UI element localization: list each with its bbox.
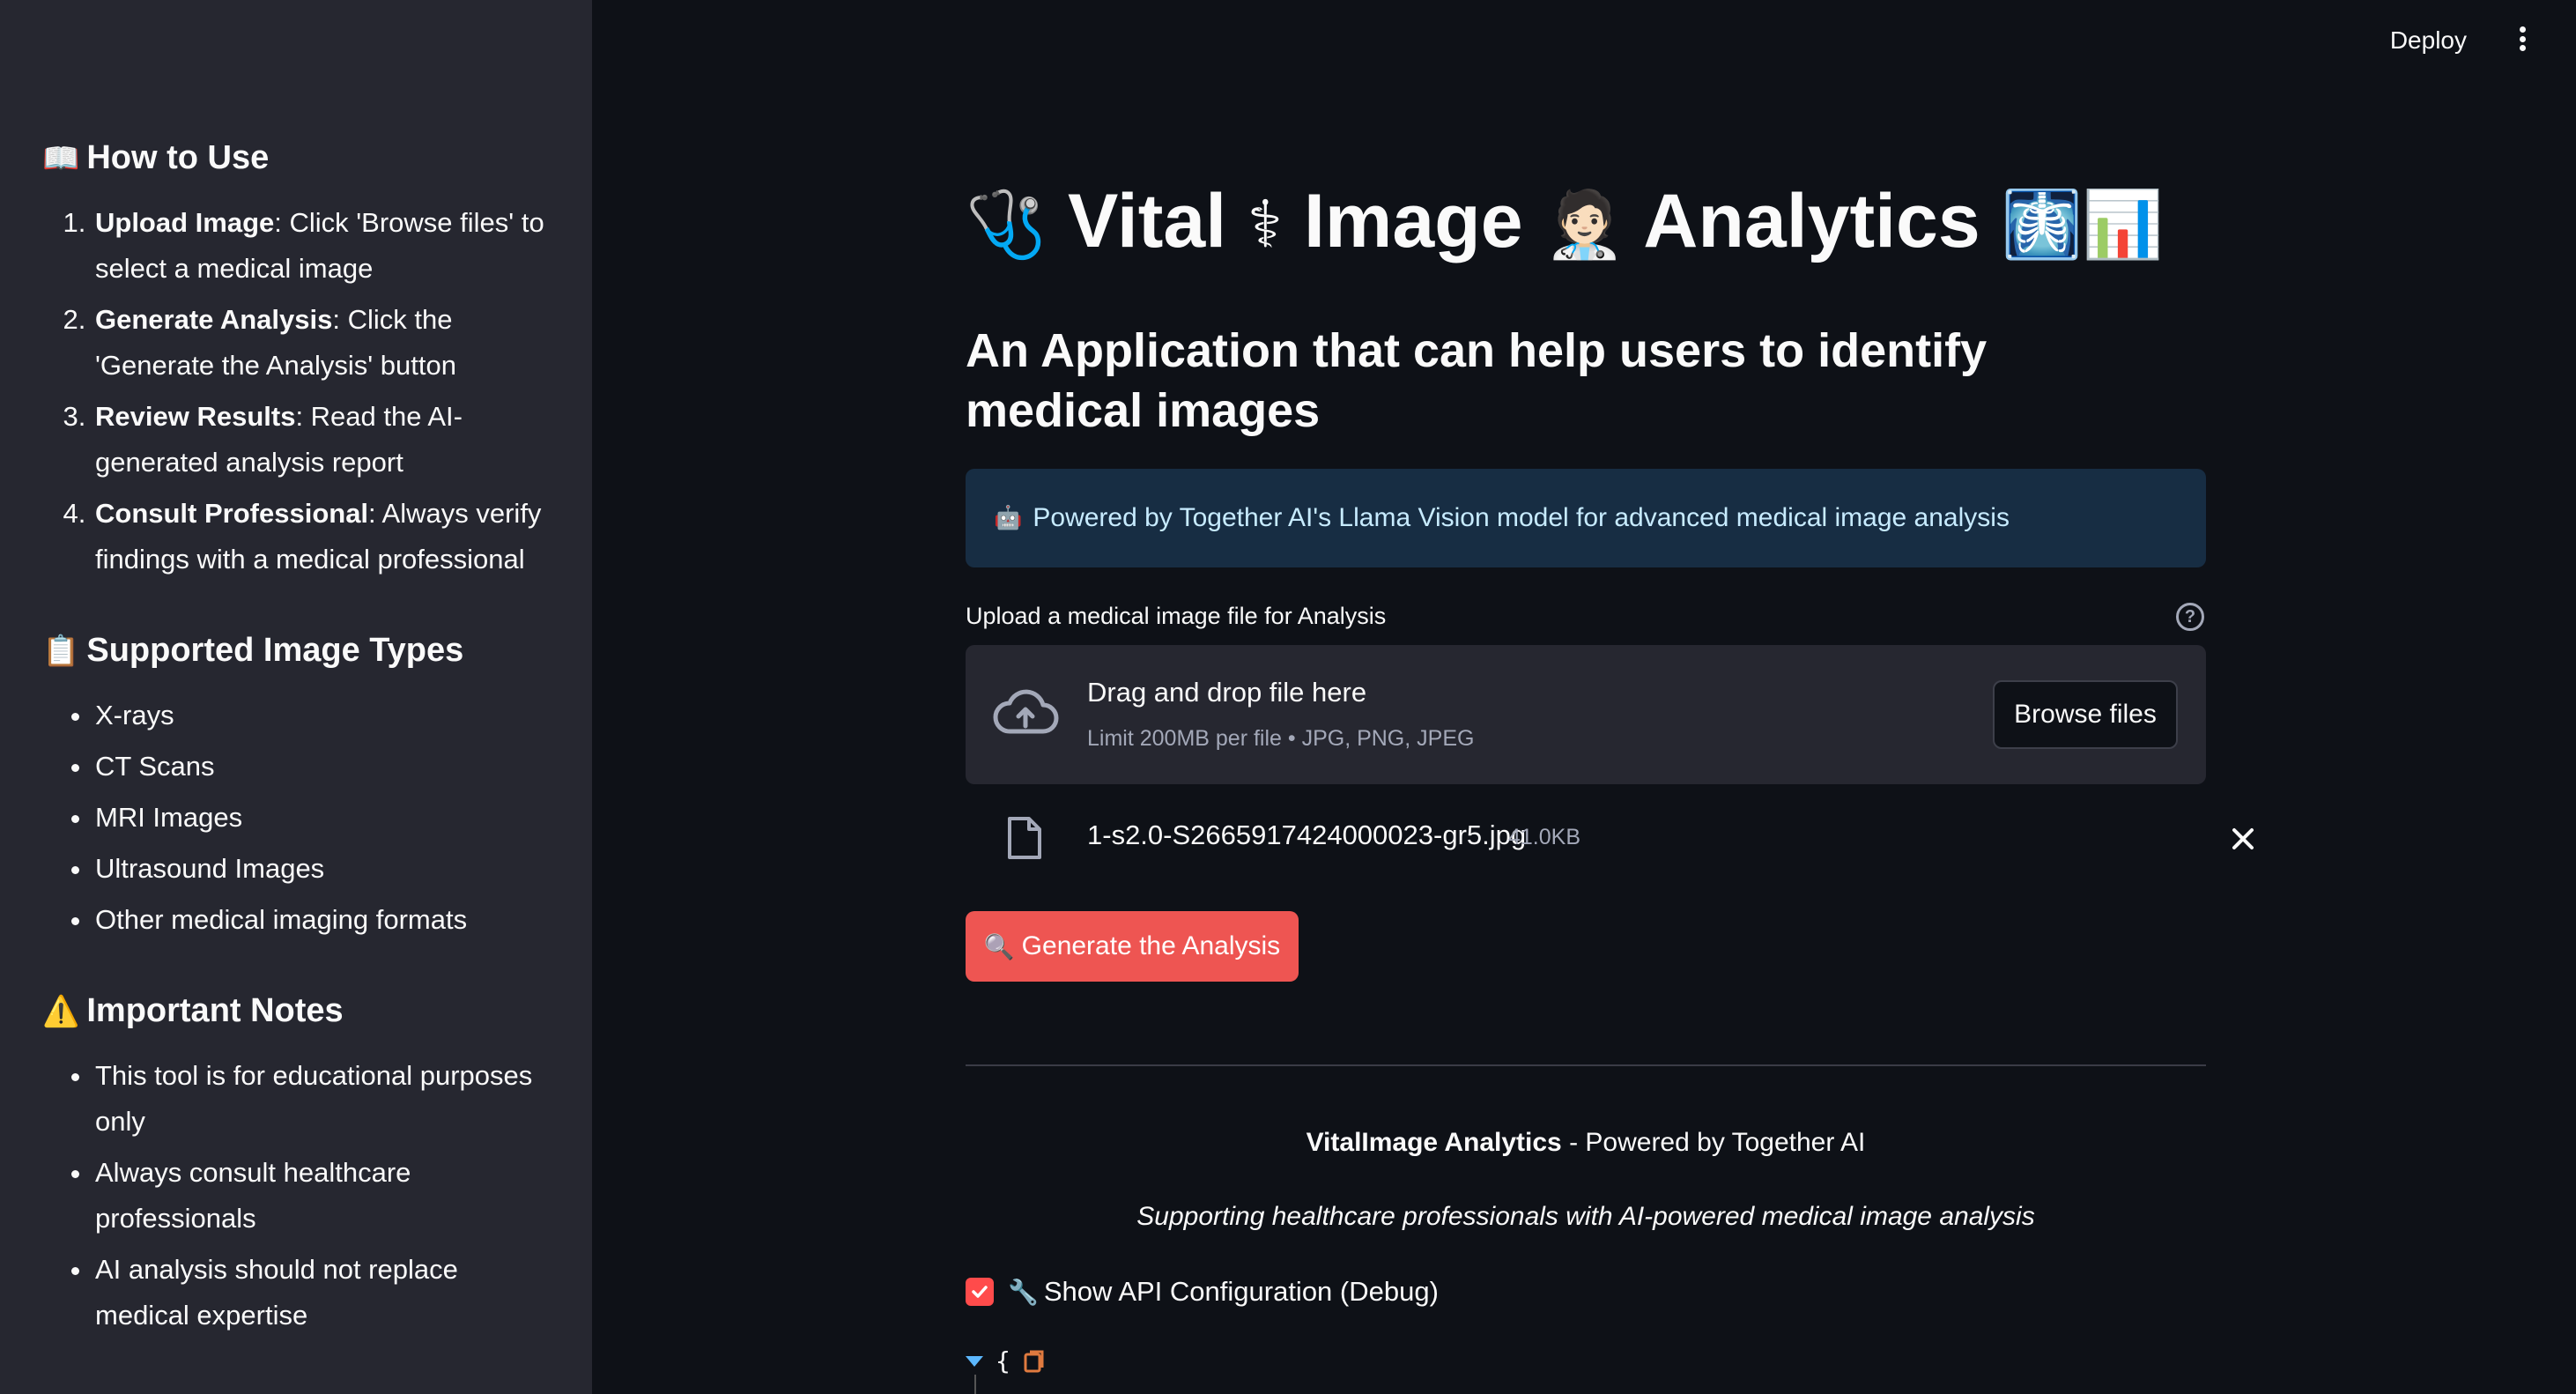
title-word: Analytics xyxy=(1643,179,1980,263)
json-guide-line xyxy=(974,1375,976,1394)
list-item: This tool is for educational purposes on… xyxy=(93,1053,550,1145)
how-to-use-heading: 📖 How to Use xyxy=(42,139,550,177)
dropzone-limit: Limit 200MB per file • JPG, PNG, JPEG xyxy=(1087,726,1475,751)
info-text: Powered by Together AI's Llama Vision mo… xyxy=(1033,503,2010,532)
cloud-upload-icon xyxy=(993,689,1059,734)
debug-checkbox[interactable] xyxy=(966,1278,994,1306)
list-item: Other medical imaging formats xyxy=(93,897,550,943)
footer-powered: - Powered by Together AI xyxy=(1561,1128,1866,1157)
doctor-icon: 🧑🏻‍⚕️ xyxy=(1543,187,1625,263)
browse-files-button[interactable]: Browse files xyxy=(1993,680,2178,749)
step-bold: Generate Analysis xyxy=(95,304,333,335)
step-item: Consult Professional: Always verify find… xyxy=(93,491,550,582)
file-name: 1-s2.0-S2665917424000023-gr5.jpg xyxy=(1087,819,1527,850)
wrench-icon: 🔧 xyxy=(1008,1278,1039,1307)
dropzone-title: Drag and drop file here xyxy=(1087,677,1367,708)
page-subtitle: An Application that can help users to id… xyxy=(966,324,1988,437)
step-item: Upload Image: Click 'Browse files' to se… xyxy=(93,200,550,292)
upload-label: Upload a medical image file for Analysis xyxy=(966,603,1387,629)
footer-tagline: Supporting healthcare professionals with… xyxy=(1136,1202,2035,1231)
step-bold: Upload Image xyxy=(95,207,275,238)
title-word: Image xyxy=(1303,179,1523,263)
help-icon[interactable]: ? xyxy=(2176,603,2204,631)
step-bold: Consult Professional xyxy=(95,498,369,529)
divider xyxy=(966,1064,2206,1066)
list-item: CT Scans xyxy=(93,744,550,790)
copy-icon[interactable] xyxy=(1023,1349,1046,1374)
important-notes-title: Important Notes xyxy=(86,992,344,1029)
supported-types-heading: 📋 Supported Image Types xyxy=(42,632,550,670)
step-item: Generate Analysis: Click the 'Generate t… xyxy=(93,297,550,389)
supported-types-title: Supported Image Types xyxy=(86,632,464,669)
debug-toggle[interactable]: 🔧 Show API Configuration (Debug) xyxy=(966,1276,1439,1308)
file-dropzone[interactable]: Drag and drop file here Limit 200MB per … xyxy=(966,645,2206,784)
footer-brand-line: VitalImage Analytics - Powered by Togeth… xyxy=(966,1128,2206,1158)
deploy-button[interactable]: Deploy xyxy=(2381,21,2476,60)
step-item: Review Results: Read the AI-generated an… xyxy=(93,394,550,486)
json-viewer: { xyxy=(966,1346,1046,1375)
top-bar: Deploy xyxy=(592,0,2576,79)
generate-analysis-button[interactable]: 🔍 Generate the Analysis xyxy=(966,911,1299,982)
step-bold: Review Results xyxy=(95,401,296,432)
how-to-use-title: How to Use xyxy=(86,139,270,176)
important-notes-list: This tool is for educational purposes on… xyxy=(93,1053,550,1338)
robot-icon: 🤖 xyxy=(994,505,1023,531)
list-item: AI analysis should not replace medical e… xyxy=(93,1247,550,1338)
sidebar: 📖 How to Use Upload Image: Click 'Browse… xyxy=(0,0,592,1394)
uploaded-file-row: 1-s2.0-S2665917424000023-gr5.jpg 41.0KB xyxy=(966,809,2254,871)
magnifier-icon: 🔍 xyxy=(983,931,1015,961)
book-icon: 📖 xyxy=(42,140,80,176)
close-icon[interactable] xyxy=(2222,818,2264,860)
how-to-use-steps: Upload Image: Click 'Browse files' to se… xyxy=(93,200,550,582)
list-item: Always consult healthcare professionals xyxy=(93,1150,550,1242)
info-banner: 🤖 Powered by Together AI's Llama Vision … xyxy=(966,469,2206,567)
check-icon xyxy=(972,1286,988,1298)
json-open-brace: { xyxy=(996,1346,1010,1375)
page-title: 🩺 Vital ⚕ Image 🧑🏻‍⚕️ Analytics 🩻📊 xyxy=(966,178,2206,265)
footer-brand: VitalImage Analytics xyxy=(1306,1128,1562,1157)
medical-symbol-icon: ⚕ xyxy=(1247,187,1284,263)
more-vertical-icon[interactable] xyxy=(2509,23,2535,55)
stethoscope-icon: 🩺 xyxy=(966,187,1047,263)
title-word: Vital xyxy=(1068,179,1227,263)
file-size: 41.0KB xyxy=(1508,825,1581,849)
file-icon xyxy=(1008,817,1041,859)
list-item: X-rays xyxy=(93,693,550,738)
debug-label: 🔧 Show API Configuration (Debug) xyxy=(1008,1276,1439,1308)
important-notes-heading: ⚠️ Important Notes xyxy=(42,992,550,1030)
debug-label-text: Show API Configuration (Debug) xyxy=(1043,1276,1439,1307)
list-item: MRI Images xyxy=(93,795,550,841)
supported-types-list: X-rays CT Scans MRI Images Ultrasound Im… xyxy=(93,693,550,943)
xray-chart-icon: 🩻📊 xyxy=(2001,187,2164,263)
clipboard-icon: 📋 xyxy=(42,633,80,669)
generate-label: Generate the Analysis xyxy=(1021,931,1281,960)
warning-icon: ⚠️ xyxy=(42,993,80,1029)
list-item: Ultrasound Images xyxy=(93,846,550,892)
caret-down-icon[interactable] xyxy=(966,1355,983,1367)
